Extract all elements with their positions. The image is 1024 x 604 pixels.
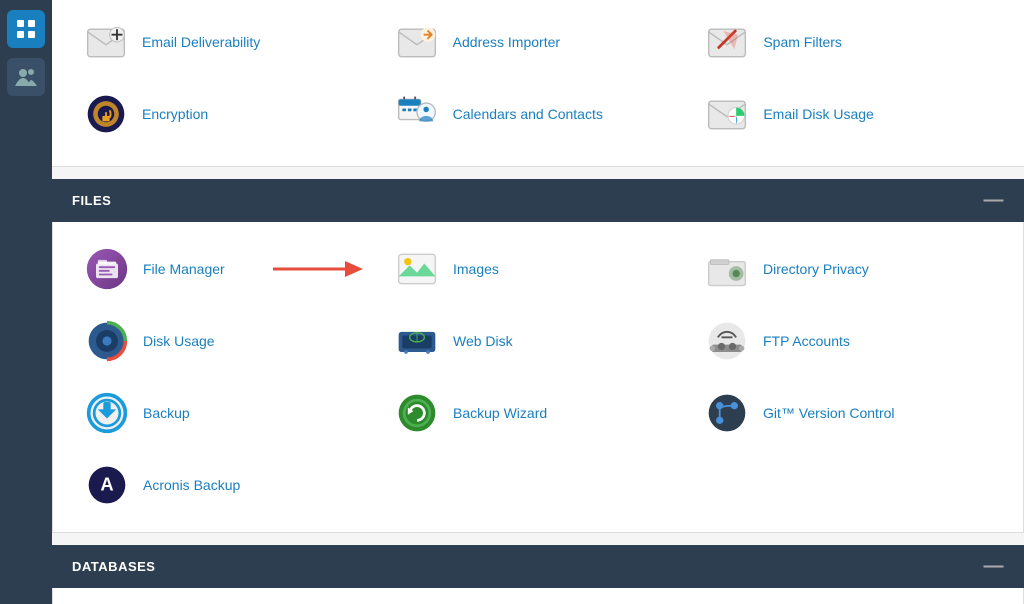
acronis-icon: A	[83, 461, 131, 509]
email-tools-grid: Email Deliverability Address Importer	[72, 10, 1004, 146]
web-disk-icon	[393, 317, 441, 365]
databases-section-content: phpMyAdmin MySQL® Databases	[52, 588, 1024, 604]
svg-text:A: A	[100, 474, 113, 495]
databases-section-header: DATABASES —	[52, 545, 1024, 588]
acronis-backup-item[interactable]: A Acronis Backup	[73, 453, 383, 517]
databases-section: DATABASES —	[52, 545, 1024, 604]
directory-privacy-item[interactable]: Directory Privacy	[693, 237, 1003, 301]
disk-usage-item[interactable]: Disk Usage	[73, 309, 383, 373]
git-icon	[703, 389, 751, 437]
files-section: FILES —	[52, 179, 1024, 533]
calendars-contacts-item[interactable]: Calendars and Contacts	[383, 82, 694, 146]
git-version-control-item[interactable]: Git™ Version Control	[693, 381, 1003, 445]
directory-privacy-label: Directory Privacy	[763, 261, 869, 277]
backup-label: Backup	[143, 405, 190, 421]
grid-icon[interactable]	[7, 10, 45, 48]
ftp-accounts-label: FTP Accounts	[763, 333, 850, 349]
address-importer-item[interactable]: Address Importer	[383, 10, 694, 74]
ftp-accounts-item[interactable]: FTP Accounts	[693, 309, 1003, 373]
spam-filters-icon	[703, 18, 751, 66]
files-section-content: File Manager	[52, 222, 1024, 533]
spam-filters-label: Spam Filters	[763, 34, 842, 50]
users-icon[interactable]	[7, 58, 45, 96]
disk-usage-icon	[83, 317, 131, 365]
encryption-label: Encryption	[142, 106, 208, 122]
email-deliverability-icon	[82, 18, 130, 66]
address-importer-icon	[393, 18, 441, 66]
sidebar	[0, 0, 52, 604]
encryption-icon	[82, 90, 130, 138]
backup-wizard-item[interactable]: Backup Wizard	[383, 381, 693, 445]
backup-item[interactable]: Backup	[73, 381, 383, 445]
main-content: Email Deliverability Address Importer	[52, 0, 1024, 604]
red-arrow-icon	[273, 257, 363, 281]
file-manager-icon	[83, 245, 131, 293]
images-label: Images	[453, 261, 499, 277]
email-deliverability-label: Email Deliverability	[142, 34, 260, 50]
backup-wizard-label: Backup Wizard	[453, 405, 547, 421]
databases-section-title: DATABASES	[72, 559, 155, 574]
spam-filters-item[interactable]: Spam Filters	[693, 10, 1004, 74]
directory-privacy-icon	[703, 245, 751, 293]
acronis-label: Acronis Backup	[143, 477, 240, 493]
images-item[interactable]: Images	[383, 237, 693, 301]
backup-wizard-icon	[393, 389, 441, 437]
file-manager-item[interactable]: File Manager	[73, 237, 383, 301]
databases-collapse-button[interactable]: —	[984, 555, 1005, 578]
file-manager-label: File Manager	[143, 261, 225, 277]
disk-usage-label: Disk Usage	[143, 333, 215, 349]
ftp-accounts-icon	[703, 317, 751, 365]
email-disk-usage-item[interactable]: Email Disk Usage	[693, 82, 1004, 146]
files-section-title: FILES	[72, 193, 111, 208]
encryption-item[interactable]: Encryption	[72, 82, 383, 146]
calendars-contacts-icon	[393, 90, 441, 138]
git-label: Git™ Version Control	[763, 405, 895, 421]
address-importer-label: Address Importer	[453, 34, 560, 50]
files-section-header: FILES —	[52, 179, 1024, 222]
email-disk-usage-icon	[703, 90, 751, 138]
files-collapse-button[interactable]: —	[984, 189, 1005, 212]
backup-icon	[83, 389, 131, 437]
web-disk-label: Web Disk	[453, 333, 513, 349]
email-deliverability-item[interactable]: Email Deliverability	[72, 10, 383, 74]
web-disk-item[interactable]: Web Disk	[383, 309, 693, 373]
calendars-contacts-label: Calendars and Contacts	[453, 106, 603, 122]
files-tools-grid: File Manager	[73, 237, 1003, 517]
email-section: Email Deliverability Address Importer	[52, 0, 1024, 167]
images-icon	[393, 245, 441, 293]
email-disk-usage-label: Email Disk Usage	[763, 106, 873, 122]
